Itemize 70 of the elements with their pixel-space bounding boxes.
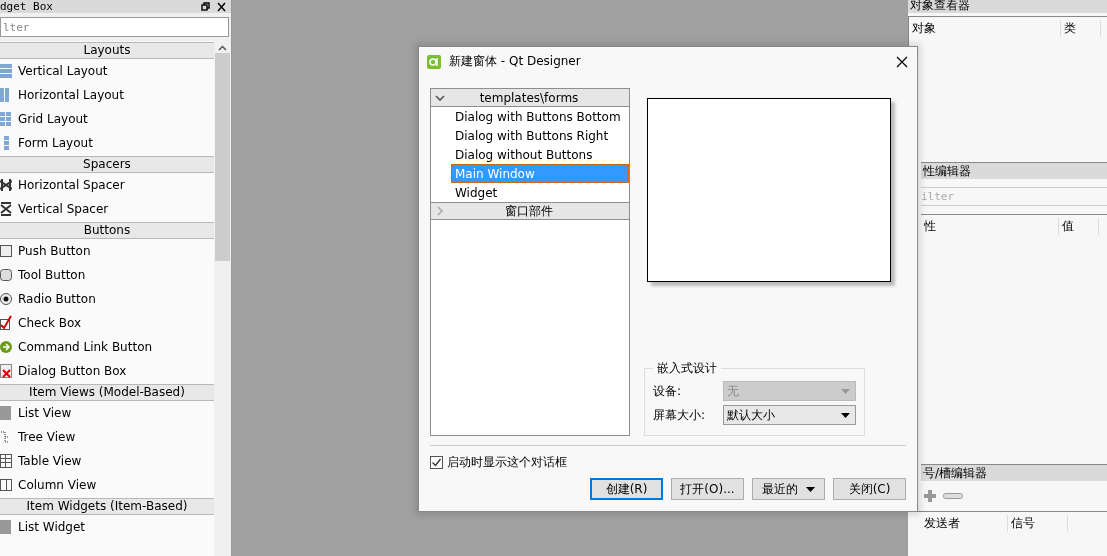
palette-entry[interactable]: Horizontal Layout	[18, 88, 124, 102]
column-icon	[0, 477, 12, 493]
category-header[interactable]: Buttons	[0, 222, 214, 239]
dock-title: dget Box	[0, 1, 53, 12]
panel-title: 性编辑器	[921, 162, 1107, 179]
add-icon[interactable]	[923, 489, 937, 503]
column-header[interactable]: 性	[921, 217, 1059, 235]
palette-entry[interactable]: List View	[18, 406, 72, 420]
field-label: 设备:	[653, 382, 683, 400]
close-button[interactable]	[895, 54, 909, 69]
field-label: 屏幕大小:	[653, 406, 707, 424]
palette-entry[interactable]: Vertical Layout	[18, 64, 108, 78]
spring-icon	[0, 201, 12, 217]
palette-entry[interactable]: Horizontal Spacer	[18, 178, 125, 192]
startup-checkbox[interactable]: 启动时显示这个对话框	[430, 454, 906, 471]
palette-entry[interactable]: List Widget	[18, 520, 86, 534]
list-icon	[0, 519, 12, 535]
palette-entry[interactable]: Vertical Spacer	[18, 202, 109, 216]
spring-icon	[0, 177, 12, 193]
category-header[interactable]: Layouts	[0, 42, 214, 59]
column-header[interactable]: 类	[1061, 19, 1101, 37]
template-item[interactable]: Dialog with Buttons Bottom	[451, 107, 629, 126]
caret-icon[interactable]	[806, 486, 815, 492]
tree-group-header[interactable]: templates\forms	[431, 89, 629, 107]
template-item[interactable]: Dialog with Buttons Right	[451, 126, 629, 145]
tree-group-header[interactable]: 窗口部件	[431, 202, 629, 220]
group-title: 嵌入式设计	[656, 360, 718, 377]
column-header[interactable]: 发送者	[921, 514, 1008, 532]
template-item[interactable]: Dialog without Buttons	[451, 145, 629, 164]
table-icon	[0, 453, 12, 469]
column-header[interactable]: 对象	[909, 19, 1061, 37]
grid-icon	[0, 111, 12, 127]
rows-icon	[0, 63, 12, 79]
column-header[interactable]: 信号	[1008, 514, 1068, 532]
dialog-title: 新建窗体 - Qt Designer	[449, 53, 582, 70]
caret-icon[interactable]	[841, 412, 850, 418]
list-icon	[0, 405, 12, 421]
remove-icon[interactable]	[943, 493, 963, 499]
palette-entry[interactable]: Check Box	[18, 316, 82, 330]
palette-entry[interactable]: Form Layout	[18, 136, 93, 150]
tool-button-icon	[0, 267, 12, 283]
dropdown[interactable]: 默认大小	[723, 405, 856, 425]
panel-title: 号/槽编辑器	[921, 464, 1107, 481]
scrollbar[interactable]	[214, 41, 231, 556]
category-header[interactable]: Item Widgets (Item-Based)	[0, 498, 214, 515]
recent-menu-button[interactable]: 最近的	[752, 478, 825, 500]
checkmark-icon[interactable]	[431, 457, 442, 468]
palette-entry[interactable]: Radio Button	[18, 292, 96, 306]
float-and-close-icons[interactable]	[201, 1, 227, 12]
palette-entry[interactable]: Grid Layout	[18, 112, 88, 126]
category-header[interactable]: Spacers	[0, 156, 214, 173]
dialog-button[interactable]: 打开(O)...	[671, 478, 744, 500]
columns-icon	[0, 87, 12, 103]
column-header[interactable]: 值	[1059, 217, 1099, 235]
palette-entry[interactable]: Column View	[18, 478, 97, 492]
palette-entry[interactable]: Dialog Button Box	[18, 364, 127, 378]
chevron-down-icon[interactable]	[435, 92, 445, 103]
template-item[interactable]: Widget	[451, 183, 629, 202]
palette-entry[interactable]: Push Button	[18, 244, 91, 258]
palette-entry[interactable]: Table View	[18, 454, 82, 468]
palette-entry[interactable]: Tree View	[18, 430, 76, 444]
scroll-up-icon[interactable]	[218, 45, 227, 51]
filter-field[interactable]: ilter	[921, 187, 1107, 206]
create-button[interactable]: 创建(R)	[590, 478, 663, 500]
palette-entry[interactable]: Command Link Button	[18, 340, 153, 354]
app-logo-icon	[427, 53, 443, 70]
category-header[interactable]: Item Views (Model-Based)	[0, 384, 214, 401]
palette-entry[interactable]: Tool Button	[18, 268, 86, 282]
dialog-button[interactable]: 关闭(C)	[833, 478, 906, 500]
filter-field[interactable]: lter	[0, 17, 229, 37]
